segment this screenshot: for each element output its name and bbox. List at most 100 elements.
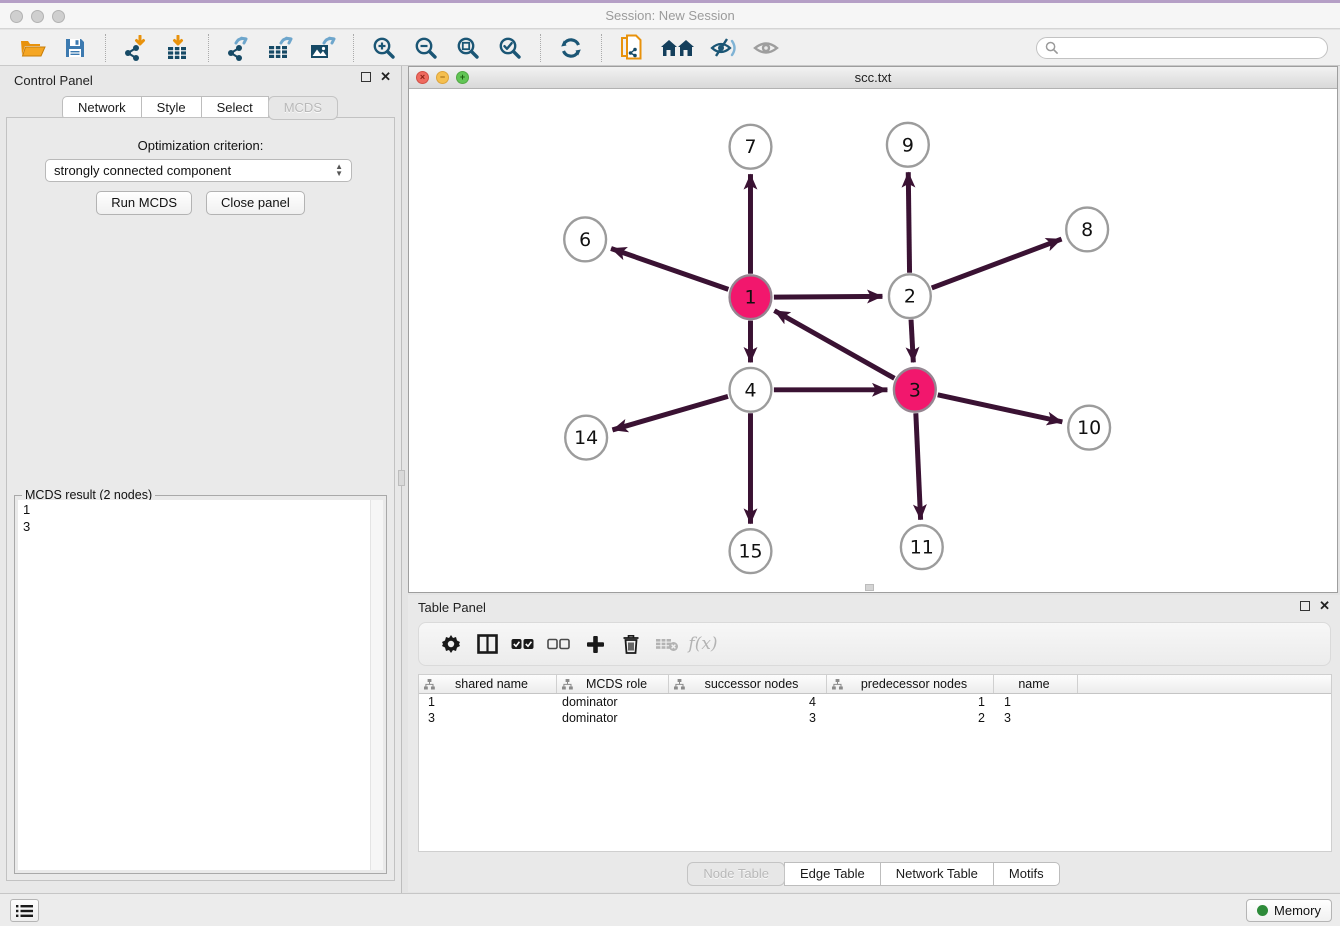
tab-node-table[interactable]: Node Table bbox=[687, 862, 785, 886]
criterion-value: strongly connected component bbox=[54, 163, 231, 178]
table-row[interactable]: 1 dominator 4 1 1 bbox=[419, 694, 1331, 710]
import-network-button[interactable] bbox=[120, 32, 152, 64]
table-row[interactable]: 3 dominator 3 2 3 bbox=[419, 710, 1331, 726]
open-session-button[interactable] bbox=[17, 32, 49, 64]
clone-network-button[interactable] bbox=[616, 32, 648, 64]
column-header-successor-nodes[interactable]: successor nodes bbox=[669, 675, 827, 693]
cell-shared-name[interactable]: 1 bbox=[419, 695, 557, 709]
canvas-grip[interactable] bbox=[865, 584, 874, 591]
trash-icon bbox=[622, 634, 640, 654]
optimization-criterion-label: Optimization criterion: bbox=[7, 138, 394, 153]
table-options-button[interactable] bbox=[433, 627, 469, 661]
column-header-shared-name[interactable]: shared name bbox=[419, 675, 557, 693]
graph-node-label-15: 15 bbox=[738, 541, 762, 563]
cell-name[interactable]: 1 bbox=[994, 695, 1078, 709]
node-table[interactable]: shared name MCDS role successor nodes pr… bbox=[418, 674, 1332, 852]
network-window-titlebar[interactable]: × − + scc.txt bbox=[409, 67, 1337, 89]
cell-successor-nodes[interactable]: 4 bbox=[669, 695, 827, 709]
mcds-panel-body: Optimization criterion: strongly connect… bbox=[6, 117, 395, 881]
cell-predecessor-nodes[interactable]: 2 bbox=[827, 711, 994, 725]
zoom-fit-button[interactable] bbox=[452, 32, 484, 64]
zoom-in-button[interactable] bbox=[368, 32, 400, 64]
zoom-fit-icon bbox=[456, 36, 480, 60]
table-toolbar: f(x) bbox=[418, 622, 1331, 666]
delete-columns-button[interactable] bbox=[613, 627, 649, 661]
splitter-grip[interactable] bbox=[398, 470, 405, 486]
control-panel: Control Panel ✕ Network Style Select MCD… bbox=[0, 66, 402, 893]
zoom-selected-icon bbox=[498, 36, 522, 60]
export-image-icon bbox=[309, 35, 337, 61]
dropdown-stepper-icon: ▲▼ bbox=[335, 164, 343, 177]
zoom-selected-button[interactable] bbox=[494, 32, 526, 64]
export-network-button[interactable] bbox=[223, 32, 255, 64]
result-scrollbar[interactable] bbox=[370, 500, 383, 870]
task-history-button[interactable] bbox=[10, 899, 39, 922]
export-image-button[interactable] bbox=[307, 32, 339, 64]
function-builder-button[interactable]: f(x) bbox=[685, 627, 721, 661]
cell-mcds-role[interactable]: dominator bbox=[557, 711, 669, 725]
graph-node-label-6: 6 bbox=[579, 229, 591, 251]
hide-panels-button[interactable] bbox=[708, 32, 740, 64]
cell-predecessor-nodes[interactable]: 1 bbox=[827, 695, 994, 709]
add-column-button[interactable] bbox=[577, 627, 613, 661]
graph-edge-2-3[interactable] bbox=[911, 320, 913, 363]
show-all-networks-button[interactable] bbox=[658, 32, 698, 64]
cell-shared-name[interactable]: 3 bbox=[419, 711, 557, 725]
import-table-button[interactable] bbox=[162, 32, 194, 64]
tab-motifs[interactable]: Motifs bbox=[993, 862, 1060, 886]
network-canvas[interactable]: 7968124314101511 bbox=[410, 90, 1336, 591]
graph-node-label-4: 4 bbox=[744, 379, 756, 401]
fx-icon: f(x) bbox=[688, 634, 717, 654]
graph-edge-3-11[interactable] bbox=[916, 413, 921, 520]
search-input[interactable] bbox=[1063, 41, 1319, 55]
cell-name[interactable]: 3 bbox=[994, 711, 1078, 725]
close-panel-button[interactable]: Close panel bbox=[206, 191, 305, 215]
graph-edge-3-10[interactable] bbox=[938, 395, 1063, 422]
graph-edge-2-9[interactable] bbox=[908, 172, 909, 273]
columns-icon bbox=[477, 634, 498, 654]
float-table-panel-icon[interactable] bbox=[1300, 601, 1310, 611]
graph-node-label-11: 11 bbox=[910, 537, 934, 559]
column-header-predecessor-nodes[interactable]: predecessor nodes bbox=[827, 675, 994, 693]
tab-network-table[interactable]: Network Table bbox=[880, 862, 994, 886]
refresh-icon bbox=[558, 36, 584, 60]
graph-edge-1-2[interactable] bbox=[774, 296, 883, 297]
graph-node-label-7: 7 bbox=[744, 136, 756, 158]
tab-edge-table[interactable]: Edge Table bbox=[784, 862, 881, 886]
zoom-out-button[interactable] bbox=[410, 32, 442, 64]
search-icon bbox=[1045, 41, 1058, 54]
graph-node-label-14: 14 bbox=[574, 427, 598, 449]
apply-layout-button[interactable] bbox=[555, 32, 587, 64]
float-panel-icon[interactable] bbox=[361, 72, 371, 82]
column-header-name[interactable]: name bbox=[994, 675, 1078, 693]
cell-successor-nodes[interactable]: 3 bbox=[669, 711, 827, 725]
graph-node-label-10: 10 bbox=[1077, 417, 1101, 439]
column-header-mcds-role[interactable]: MCDS role bbox=[557, 675, 669, 693]
delete-table-button[interactable] bbox=[649, 627, 685, 661]
graph-edge-1-6[interactable] bbox=[611, 248, 728, 289]
list-icon bbox=[16, 904, 33, 918]
close-panel-icon[interactable]: ✕ bbox=[380, 72, 391, 82]
show-column-panel-button[interactable] bbox=[469, 627, 505, 661]
criterion-dropdown[interactable]: strongly connected component ▲▼ bbox=[45, 159, 352, 182]
show-panels-button[interactable] bbox=[750, 32, 782, 64]
save-session-button[interactable] bbox=[59, 32, 91, 64]
graph-edge-3-1[interactable] bbox=[774, 311, 894, 379]
close-table-panel-icon[interactable]: ✕ bbox=[1319, 601, 1330, 611]
toolbar-separator bbox=[353, 34, 354, 62]
run-mcds-button[interactable]: Run MCDS bbox=[96, 191, 192, 215]
export-table-button[interactable] bbox=[265, 32, 297, 64]
cell-mcds-role[interactable]: dominator bbox=[557, 695, 669, 709]
graph-node-label-1: 1 bbox=[744, 287, 756, 309]
tab-mcds[interactable]: MCDS bbox=[268, 96, 338, 120]
mcds-result-text[interactable]: 1 3 bbox=[18, 500, 383, 870]
search-field[interactable] bbox=[1036, 37, 1328, 59]
select-all-columns-button[interactable] bbox=[505, 627, 541, 661]
graph-edge-4-14[interactable] bbox=[612, 396, 728, 430]
graph-edge-2-8[interactable] bbox=[932, 239, 1062, 288]
memory-button[interactable]: Memory bbox=[1246, 899, 1332, 922]
table-panel: Table Panel ✕ bbox=[408, 595, 1340, 892]
delete-table-icon bbox=[655, 636, 679, 652]
unselect-all-columns-button[interactable] bbox=[541, 627, 577, 661]
mcds-result-box: MCDS result (2 nodes) 1 3 bbox=[14, 495, 387, 874]
